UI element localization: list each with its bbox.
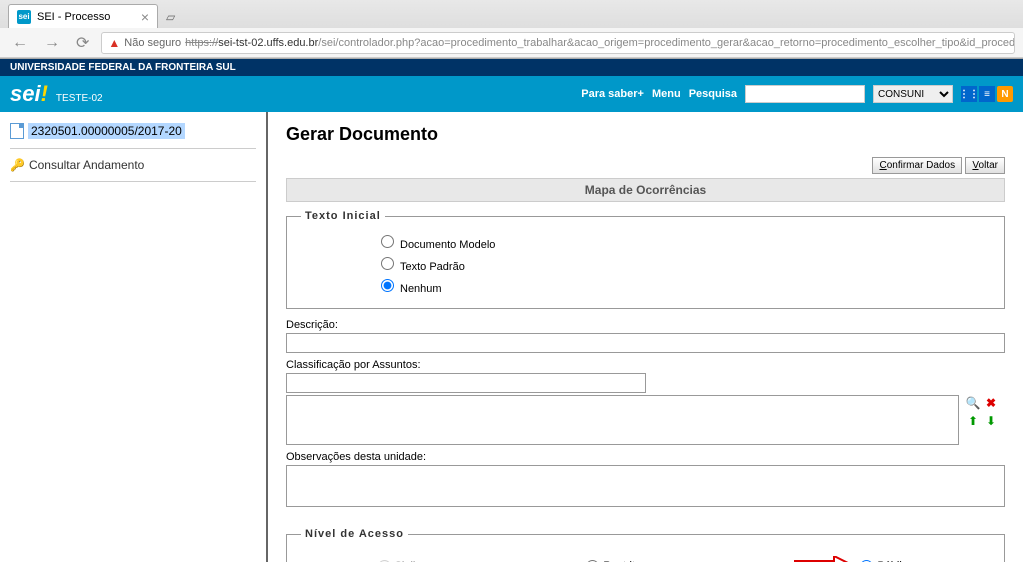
url-text: https://sei-tst-02.uffs.edu.br/sei/contr… [185,37,1015,49]
move-up-icon[interactable]: ⬆ [965,413,981,429]
section-header: Mapa de Ocorrências [286,178,1005,202]
document-icon [10,123,24,139]
observacoes-label: Observações desta unidade: [286,451,1005,463]
divider [10,181,256,182]
radio-documento-modelo[interactable]: Documento Modelo [381,232,990,254]
notification-icon[interactable]: N [997,86,1013,102]
header-icons: ⋮⋮ ≡ N [961,86,1013,102]
assunto-search-input[interactable] [286,373,646,393]
sei-header: sei! TESTE-02 Para saber+ Menu Pesquisa … [0,76,1023,112]
environment-label: TESTE-02 [56,93,103,106]
classificacao-label: Classificação por Assuntos: [286,359,1005,371]
consultar-andamento-link[interactable]: Consultar Andamento [29,158,144,172]
page-title: Gerar Documento [286,124,1005,145]
tab-title: SEI - Processo [37,11,110,23]
sidebar: 2320501.00000005/2017-20 🔑 Consultar And… [0,112,268,562]
close-icon[interactable]: × [141,9,149,25]
grid-icon[interactable]: ⋮⋮ [961,86,977,102]
browser-chrome: sei SEI - Processo × ▱ ← → ⟳ ▲ Não segur… [0,0,1023,59]
observacoes-input[interactable] [286,465,1005,507]
consultar-andamento-item[interactable]: 🔑 Consultar Andamento [10,155,256,175]
key-icon: 🔑 [10,158,25,172]
tab-bar: sei SEI - Processo × ▱ [0,0,1023,28]
para-saber-link[interactable]: Para saber+ [581,88,644,100]
radio-nenhum[interactable]: Nenhum [381,276,990,298]
content-area: Gerar Documento Confirmar Dados Voltar M… [268,112,1023,562]
menu-link[interactable]: Menu [652,88,681,100]
list-icon[interactable]: ≡ [979,86,995,102]
nivel-acesso-legend: Nível de Acesso [301,528,408,540]
new-tab-button[interactable]: ▱ [158,6,183,28]
unit-select[interactable]: CONSUNI [873,85,953,103]
search-input[interactable] [745,85,865,103]
divider [10,148,256,149]
reload-button[interactable]: ⟳ [72,31,93,55]
warning-icon: ▲ [108,36,120,50]
remove-icon[interactable]: ✖ [983,395,999,411]
not-secure-label: Não seguro [124,37,181,49]
sei-logo: sei! [10,81,48,107]
texto-inicial-legend: Texto Inicial [301,210,385,222]
favicon-icon: sei [17,10,31,24]
processo-tree-item[interactable]: 2320501.00000005/2017-20 [10,120,256,142]
red-arrow-annotation [794,556,854,562]
url-input[interactable]: ▲ Não seguro https://sei-tst-02.uffs.edu… [101,32,1015,54]
radio-texto-padrao[interactable]: Texto Padrão [381,254,990,276]
voltar-button-top[interactable]: Voltar [965,157,1005,174]
address-bar: ← → ⟳ ▲ Não seguro https://sei-tst-02.uf… [0,28,1023,58]
forward-button[interactable]: → [40,32,64,54]
processo-link[interactable]: 2320501.00000005/2017-20 [28,123,185,139]
nivel-acesso-fieldset: Nível de Acesso Sigiloso Restrito Públic… [286,528,1005,562]
institution-bar: UNIVERSIDADE FEDERAL DA FRONTEIRA SUL [0,59,1023,76]
search-icon[interactable]: 🔍 [965,395,981,411]
pesquisa-label: Pesquisa [689,88,737,100]
descricao-input[interactable] [286,333,1005,353]
back-button[interactable]: ← [8,32,32,54]
descricao-label: Descrição: [286,319,1005,331]
texto-inicial-fieldset: Texto Inicial Documento Modelo Texto Pad… [286,210,1005,309]
browser-tab[interactable]: sei SEI - Processo × [8,4,158,28]
assunto-list[interactable] [286,395,959,445]
move-down-icon[interactable]: ⬇ [983,413,999,429]
confirmar-dados-button-top[interactable]: Confirmar Dados [872,157,962,174]
